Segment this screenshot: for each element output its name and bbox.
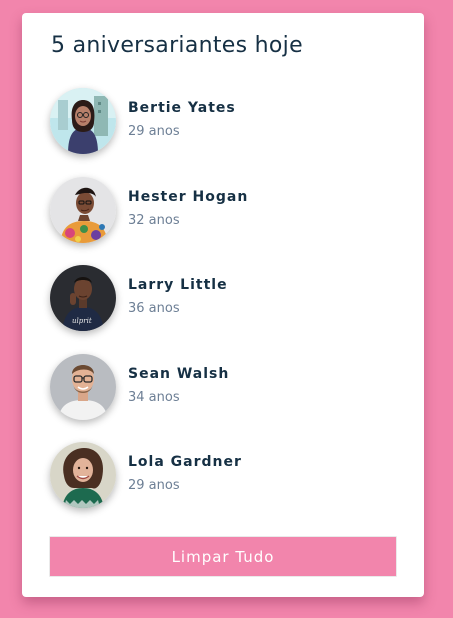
birthday-list: Bertie Yates 29 anos Hester Hogan 32 ano… xyxy=(50,88,400,531)
person-age: 36 anos xyxy=(128,301,180,316)
card-title: 5 aniversariantes hoje xyxy=(51,33,303,58)
person-name: Hester Hogan xyxy=(128,188,249,205)
woman-floral-dress-photo xyxy=(50,176,116,243)
clear-all-button[interactable]: Limpar Tudo xyxy=(49,536,397,577)
svg-text:ulprit: ulprit xyxy=(72,317,92,325)
list-item: Hester Hogan 32 anos xyxy=(50,176,400,243)
woman-curly-hair-photo xyxy=(50,442,116,508)
birthday-card: 5 aniversariantes hoje Bertie Yates 29 a… xyxy=(22,13,424,597)
man-glasses-beard-photo xyxy=(50,353,116,420)
avatar xyxy=(50,88,116,154)
list-item: ulprit Larry Little 36 anos xyxy=(50,265,400,331)
avatar xyxy=(50,353,116,420)
avatar xyxy=(50,176,116,243)
list-item: Bertie Yates 29 anos xyxy=(50,88,400,154)
person-age: 34 anos xyxy=(128,389,180,405)
person-name: Bertie Yates xyxy=(128,100,236,116)
person-age: 32 anos xyxy=(128,212,180,228)
man-dark-tshirt-photo: ulprit xyxy=(50,265,116,331)
person-age: 29 anos xyxy=(128,478,180,493)
person-name: Lola Gardner xyxy=(128,454,242,470)
list-item: Lola Gardner 29 anos xyxy=(50,442,400,508)
person-age: 29 anos xyxy=(128,124,180,139)
person-name: Larry Little xyxy=(128,277,228,293)
avatar: ulprit xyxy=(50,265,116,331)
list-item: Sean Walsh 34 anos xyxy=(50,353,400,420)
woman-glasses-beach-photo xyxy=(50,88,116,154)
avatar xyxy=(50,442,116,508)
person-name: Sean Walsh xyxy=(128,365,230,382)
